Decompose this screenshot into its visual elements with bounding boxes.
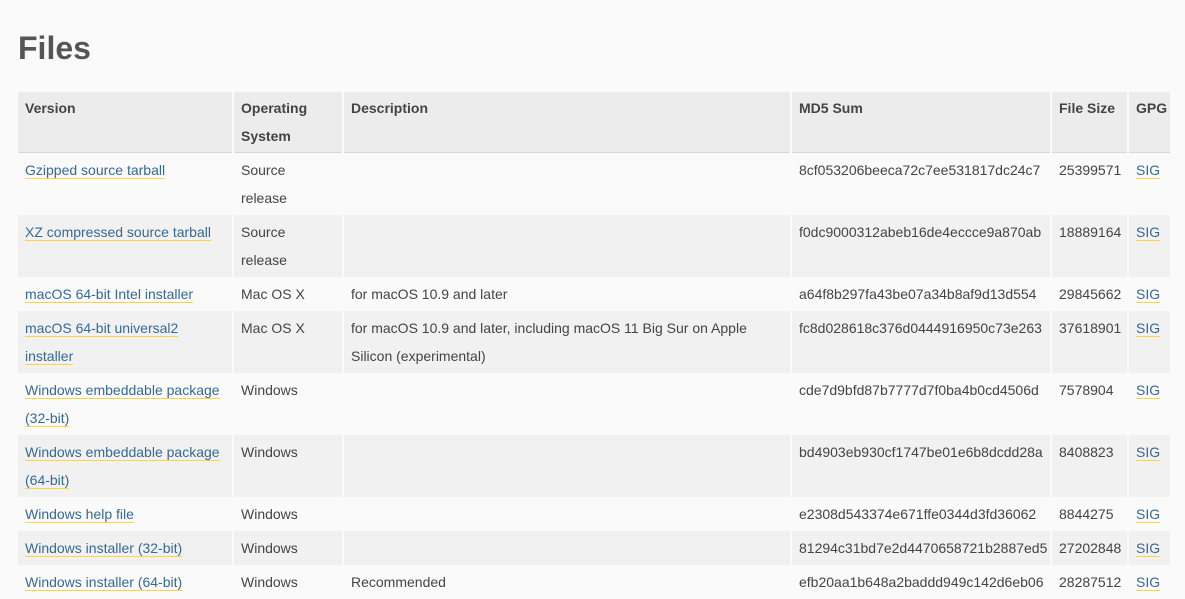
version-link[interactable]: Windows embeddable package (64-bit) (25, 444, 220, 489)
version-link[interactable]: Windows installer (32-bit) (25, 540, 183, 557)
gpg-sig-link[interactable]: SIG (1136, 162, 1161, 179)
version-cell: XZ compressed source tarball (18, 215, 233, 277)
version-link[interactable]: XZ compressed source tarball (25, 224, 211, 241)
size-cell: 8844275 (1050, 497, 1128, 531)
gpg-sig-cell: SIG (1127, 215, 1170, 277)
md5-cell: cde7d9bfd87b7777d7f0ba4b0cd4506d (790, 373, 1051, 435)
gpg-sig-link[interactable]: SIG (1136, 506, 1161, 523)
size-cell: 18889164 (1050, 215, 1128, 277)
md5-cell: f0dc9000312abeb16de4eccce9a870ab (790, 215, 1051, 277)
version-cell: Gzipped source tarball (18, 152, 233, 215)
gpg-sig-link[interactable]: SIG (1136, 574, 1161, 591)
version-cell: Windows installer (64-bit) (18, 565, 233, 599)
os-cell: Windows (232, 373, 343, 435)
size-cell: 28287512 (1050, 565, 1128, 599)
page-title: Files (18, 30, 91, 66)
os-cell: Windows (232, 497, 343, 531)
table-row: Windows installer (64-bit) Windows Recomme… (18, 565, 1170, 599)
size-cell: 37618901 (1050, 311, 1128, 373)
version-link[interactable]: Windows embeddable package (32-bit) (25, 382, 220, 427)
version-cell: macOS 64-bit universal2 installer (18, 311, 233, 373)
description-cell (342, 152, 791, 215)
version-cell: Windows help file (18, 497, 233, 531)
md5-cell: bd4903eb930cf1747be01e6b8dcdd28a (790, 435, 1051, 497)
md5-cell: fc8d028618c376d0444916950c73e263 (790, 311, 1051, 373)
header-version: Version (18, 92, 233, 153)
gpg-sig-cell: SIG (1127, 497, 1170, 531)
gpg-sig-link[interactable]: SIG (1136, 382, 1161, 399)
gpg-sig-cell: SIG (1127, 152, 1170, 215)
header-size: File Size (1050, 92, 1128, 153)
os-cell: Windows (232, 565, 343, 599)
md5-cell: a64f8b297fa43be07a34b8af9d13d554 (790, 277, 1051, 311)
md5-cell: e2308d543374e671ffe0344d3fd36062 (790, 497, 1051, 531)
header-description: Description (342, 92, 791, 153)
gpg-sig-link[interactable]: SIG (1136, 286, 1161, 303)
gpg-sig-link[interactable]: SIG (1136, 540, 1161, 557)
size-cell: 29845662 (1050, 277, 1128, 311)
version-link[interactable]: Windows installer (64-bit) (25, 574, 183, 591)
version-link[interactable]: Gzipped source tarball (25, 162, 166, 179)
os-cell: Mac OS X (232, 311, 343, 373)
os-cell: Source release (232, 215, 343, 277)
files-section: Files Version Operating System Descripti… (18, 26, 1170, 599)
md5-cell: 8cf053206beeca72c7ee531817dc24c7 (790, 152, 1051, 215)
gpg-sig-cell: SIG (1127, 277, 1170, 311)
gpg-sig-link[interactable]: SIG (1136, 444, 1161, 461)
description-cell (342, 497, 791, 531)
version-cell: Windows embeddable package (64-bit) (18, 435, 233, 497)
size-cell: 27202848 (1050, 531, 1128, 565)
table-row: XZ compressed source tarball Source relea… (18, 215, 1170, 277)
table-row: macOS 64-bit Intel installer Mac OS Xfor … (18, 277, 1170, 311)
size-cell: 7578904 (1050, 373, 1128, 435)
gpg-sig-cell: SIG (1127, 565, 1170, 599)
size-cell: 8408823 (1050, 435, 1128, 497)
size-cell: 25399571 (1050, 152, 1128, 215)
md5-cell: 81294c31bd7e2d4470658721b2887ed5 (790, 531, 1051, 565)
description-cell (342, 435, 791, 497)
os-cell: Windows (232, 435, 343, 497)
table-header-row: Version Operating System Description MD5… (18, 92, 1170, 153)
table-row: Windows help file Windows e2308d543374e671… (18, 497, 1170, 531)
version-link[interactable]: macOS 64-bit Intel installer (25, 286, 194, 303)
os-cell: Windows (232, 531, 343, 565)
gpg-sig-cell: SIG (1127, 531, 1170, 565)
os-cell: Source release (232, 152, 343, 215)
gpg-sig-link[interactable]: SIG (1136, 224, 1161, 241)
md5-cell: efb20aa1b648a2baddd949c142d6eb06 (790, 565, 1051, 599)
header-os: Operating System (232, 92, 343, 153)
gpg-sig-cell: SIG (1127, 435, 1170, 497)
gpg-sig-cell: SIG (1127, 311, 1170, 373)
description-cell: Recommended (342, 565, 791, 599)
description-cell (342, 531, 791, 565)
header-gpg: GPG (1127, 92, 1170, 153)
version-cell: Windows embeddable package (32-bit) (18, 373, 233, 435)
version-cell: Windows installer (32-bit) (18, 531, 233, 565)
header-md5: MD5 Sum (790, 92, 1051, 153)
table-row: Windows embeddable package (64-bit) Windo… (18, 435, 1170, 497)
gpg-sig-link[interactable]: SIG (1136, 320, 1161, 337)
description-cell (342, 373, 791, 435)
os-cell: Mac OS X (232, 277, 343, 311)
description-cell: for macOS 10.9 and later (342, 277, 791, 311)
version-cell: macOS 64-bit Intel installer (18, 277, 233, 311)
version-link[interactable]: Windows help file (25, 506, 134, 523)
table-row: Windows embeddable package (32-bit) Windo… (18, 373, 1170, 435)
files-table: Version Operating System Description MD5… (18, 92, 1170, 599)
table-row: Gzipped source tarball Source release 8cf0… (18, 152, 1170, 215)
description-cell: for macOS 10.9 and later, including macO… (342, 311, 791, 373)
table-row: Windows installer (32-bit) Windows 81294c3… (18, 531, 1170, 565)
description-cell (342, 215, 791, 277)
gpg-sig-cell: SIG (1127, 373, 1170, 435)
table-row: macOS 64-bit universal2 installer Mac OS … (18, 311, 1170, 373)
version-link[interactable]: macOS 64-bit universal2 installer (25, 320, 179, 365)
